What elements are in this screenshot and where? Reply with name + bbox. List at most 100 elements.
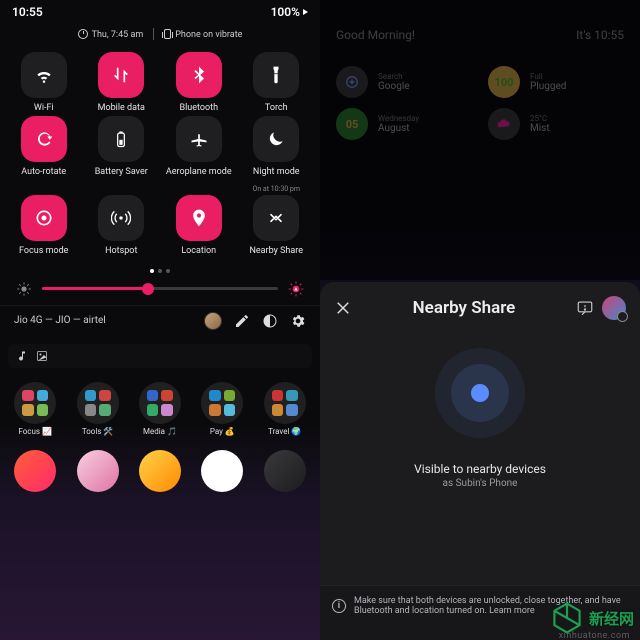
qs-button-bluetooth[interactable] [176,52,222,98]
account-avatar[interactable] [602,296,626,320]
qs-button-focusmode[interactable] [21,195,67,241]
bt-icon [189,65,209,85]
qs-label: Focus mode [19,247,68,257]
qs-tile-nearby[interactable]: Nearby Share [239,195,315,257]
widget-circle: 100 [488,66,520,98]
dock-folder[interactable]: Pay 💰 [201,382,243,436]
home-widget[interactable]: 100FullPlugged [488,66,624,98]
dock-folder[interactable]: Tools 🛠️ [77,382,119,436]
home-widget[interactable]: 05WednesdayAugust [336,108,472,140]
folder-icon [77,382,119,424]
image-icon [36,350,48,362]
quick-settings-panel: 10:55 100% Thu, 7:45 am Phone on vibrate… [0,0,320,640]
app-icon[interactable] [201,450,243,492]
home-widget[interactable]: 25°CMist [488,108,624,140]
dock-folder[interactable]: Media 🎵 [139,382,181,436]
qs-sublabel: On at 10:30 pm [253,185,301,193]
data-icon [111,65,131,85]
qs-button-autorotate[interactable] [21,116,67,162]
alarm-chip[interactable]: Thu, 7:45 am [78,29,144,40]
battery-level: 100% [271,5,308,19]
alarm-text: Thu, 7:45 am [92,30,144,40]
qs-tile-autorotate[interactable]: Auto-rotate [6,116,82,193]
date-line: Thu, 7:45 am Phone on vibrate [0,28,320,40]
dock-folder[interactable]: Focus 📈 [14,382,56,436]
nearby-icon [266,208,286,228]
brightness-low-icon [16,281,32,297]
qs-label: Hotspot [105,247,137,257]
home-widget[interactable]: SearchGoogle [336,66,472,98]
media-strip[interactable] [8,344,312,368]
qs-tile-focusmode[interactable]: Focus mode [6,195,82,257]
user-avatar[interactable] [204,312,222,330]
pin-icon [189,208,209,228]
qs-button-nightmode[interactable] [253,116,299,162]
ringer-chip[interactable]: Phone on vibrate [164,29,242,40]
qs-tile-location[interactable]: Location [161,195,237,257]
qs-tile-bluetooth[interactable]: Bluetooth [161,52,237,114]
settings-icon[interactable] [290,313,306,329]
qs-tile-aeroplane[interactable]: Aeroplane mode [161,116,237,193]
brightness-auto-icon[interactable]: A [288,281,304,297]
app-row [0,436,320,492]
qs-button-nearby[interactable] [253,195,299,241]
torch-icon [266,65,286,85]
qs-button-wifi[interactable] [21,52,67,98]
qs-tile-wifi[interactable]: Wi-Fi [6,52,82,114]
folder-dock: Focus 📈 Tools 🛠️ Media 🎵 Pay 💰 Travel 🌍 [0,376,320,436]
app-icon[interactable] [77,450,119,492]
wifi-icon [34,65,54,85]
qs-button-location[interactable] [176,195,222,241]
qs-tile-battsaver[interactable]: Battery Saver [84,116,160,193]
music-icon [16,350,28,362]
home-widgets: SearchGoogle 100FullPlugged 05WednesdayAug… [336,66,624,140]
vibrate-icon [164,29,171,39]
feedback-icon[interactable] [576,299,594,317]
alarm-icon [78,29,88,39]
greeting-bar: Good Morning! It's 10:55 [336,28,624,42]
qs-button-hotspot[interactable] [98,195,144,241]
close-icon[interactable] [334,299,352,317]
qs-tile-mobiledata[interactable]: Mobile data [84,52,160,114]
slider-thumb[interactable] [142,283,154,295]
watermark-text: 新经网 [589,608,634,629]
qs-footer: Jio 4G — JIO — airtel [0,305,320,340]
app-icon[interactable] [264,450,306,492]
qs-label: Aeroplane mode [166,168,232,178]
folder-label: Tools 🛠️ [82,427,114,436]
qs-tile-hotspot[interactable]: Hotspot [84,195,160,257]
folder-icon [139,382,181,424]
folder-label: Focus 📈 [18,427,52,436]
qs-label: Location [181,247,216,257]
widget-line2: Plugged [530,81,566,92]
qs-button-aeroplane[interactable] [176,116,222,162]
folder-label: Media 🎵 [143,427,177,436]
qs-tile-torch[interactable]: Torch [239,52,315,114]
plane-icon [189,129,209,149]
app-icon[interactable] [139,450,181,492]
brightness-slider[interactable] [42,287,278,290]
qs-tile-nightmode[interactable]: Night mode On at 10:30 pm [239,116,315,193]
qs-tile-grid: Wi-FiMobile data Bluetooth Torch Auto-rotat… [0,40,320,263]
pager-dots[interactable] [0,269,320,273]
widget-line2: Google [378,81,410,92]
app-icon[interactable] [14,450,56,492]
dock-folder[interactable]: Travel 🌍 [264,382,306,436]
widget-line2: August [378,123,419,134]
edit-icon[interactable] [234,313,250,329]
sheet-title: Nearby Share [360,298,568,318]
qs-label: Night mode [253,168,300,178]
visibility-text: Visible to nearby devices [320,462,640,476]
hotspot-icon [111,208,131,228]
divider [153,28,154,40]
theme-icon[interactable] [262,313,278,329]
nearby-share-sheet: Nearby Share Visible to nearby devices a… [320,282,640,640]
qs-button-battsaver[interactable] [98,116,144,162]
widget-circle: 05 [336,108,368,140]
qs-label: Bluetooth [179,104,218,114]
moon-icon [266,129,286,149]
folder-label: Travel 🌍 [268,427,301,436]
qs-button-torch[interactable] [253,52,299,98]
qs-button-mobiledata[interactable] [98,52,144,98]
folder-icon [14,382,56,424]
